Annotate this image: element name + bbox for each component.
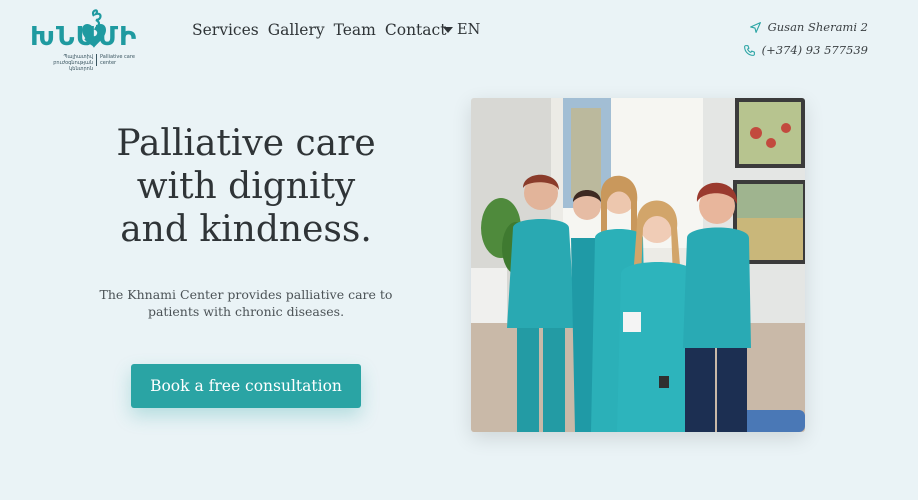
address-text: Gusan Sherami 2	[767, 20, 868, 34]
team-photo	[471, 98, 805, 432]
hero-title-line-1: Palliative care	[116, 123, 376, 164]
nav-gallery[interactable]: Gallery	[268, 21, 325, 39]
phone[interactable]: (+374) 93 577539	[743, 43, 868, 57]
phone-text: (+374) 93 577539	[761, 43, 868, 57]
hero-title-line-3: and kindness.	[120, 209, 372, 250]
book-consultation-button[interactable]: Book a free consultation	[131, 364, 361, 408]
hero-title-line-2: with dignity	[136, 166, 356, 207]
logo-divider	[96, 54, 97, 66]
nav-services[interactable]: Services	[192, 21, 259, 39]
logo-wordmark: ԽՆԱՄԻ	[30, 22, 138, 52]
address[interactable]: Gusan Sherami 2	[749, 20, 868, 34]
logo[interactable]: ԽՆԱՄԻ Պալիատիվ բուժօգնության կենտրոն Pal…	[30, 8, 158, 72]
nav-contact[interactable]: Contact	[385, 21, 447, 39]
location-arrow-icon	[749, 21, 761, 33]
hero-description: The Khnami Center provides palliative ca…	[96, 286, 396, 320]
hero-description-line-2: patients with chronic diseases.	[147, 304, 345, 319]
hero-title: Palliative care with dignity and kindnes…	[96, 122, 396, 251]
phone-icon	[743, 44, 755, 56]
hero-description-line-1: The Khnami Center provides palliative ca…	[99, 287, 393, 302]
caret-down-icon	[443, 27, 453, 33]
logo-armenian-subtitle: Պալիատիվ բուժօգնության կենտրոն	[53, 54, 93, 72]
main-nav: Services Gallery Team Contact	[192, 21, 446, 39]
language-selector[interactable]: EN	[443, 22, 480, 38]
language-label: EN	[457, 22, 481, 38]
logo-english-subtitle: Palliative care center	[100, 54, 135, 66]
nav-team[interactable]: Team	[334, 21, 376, 39]
